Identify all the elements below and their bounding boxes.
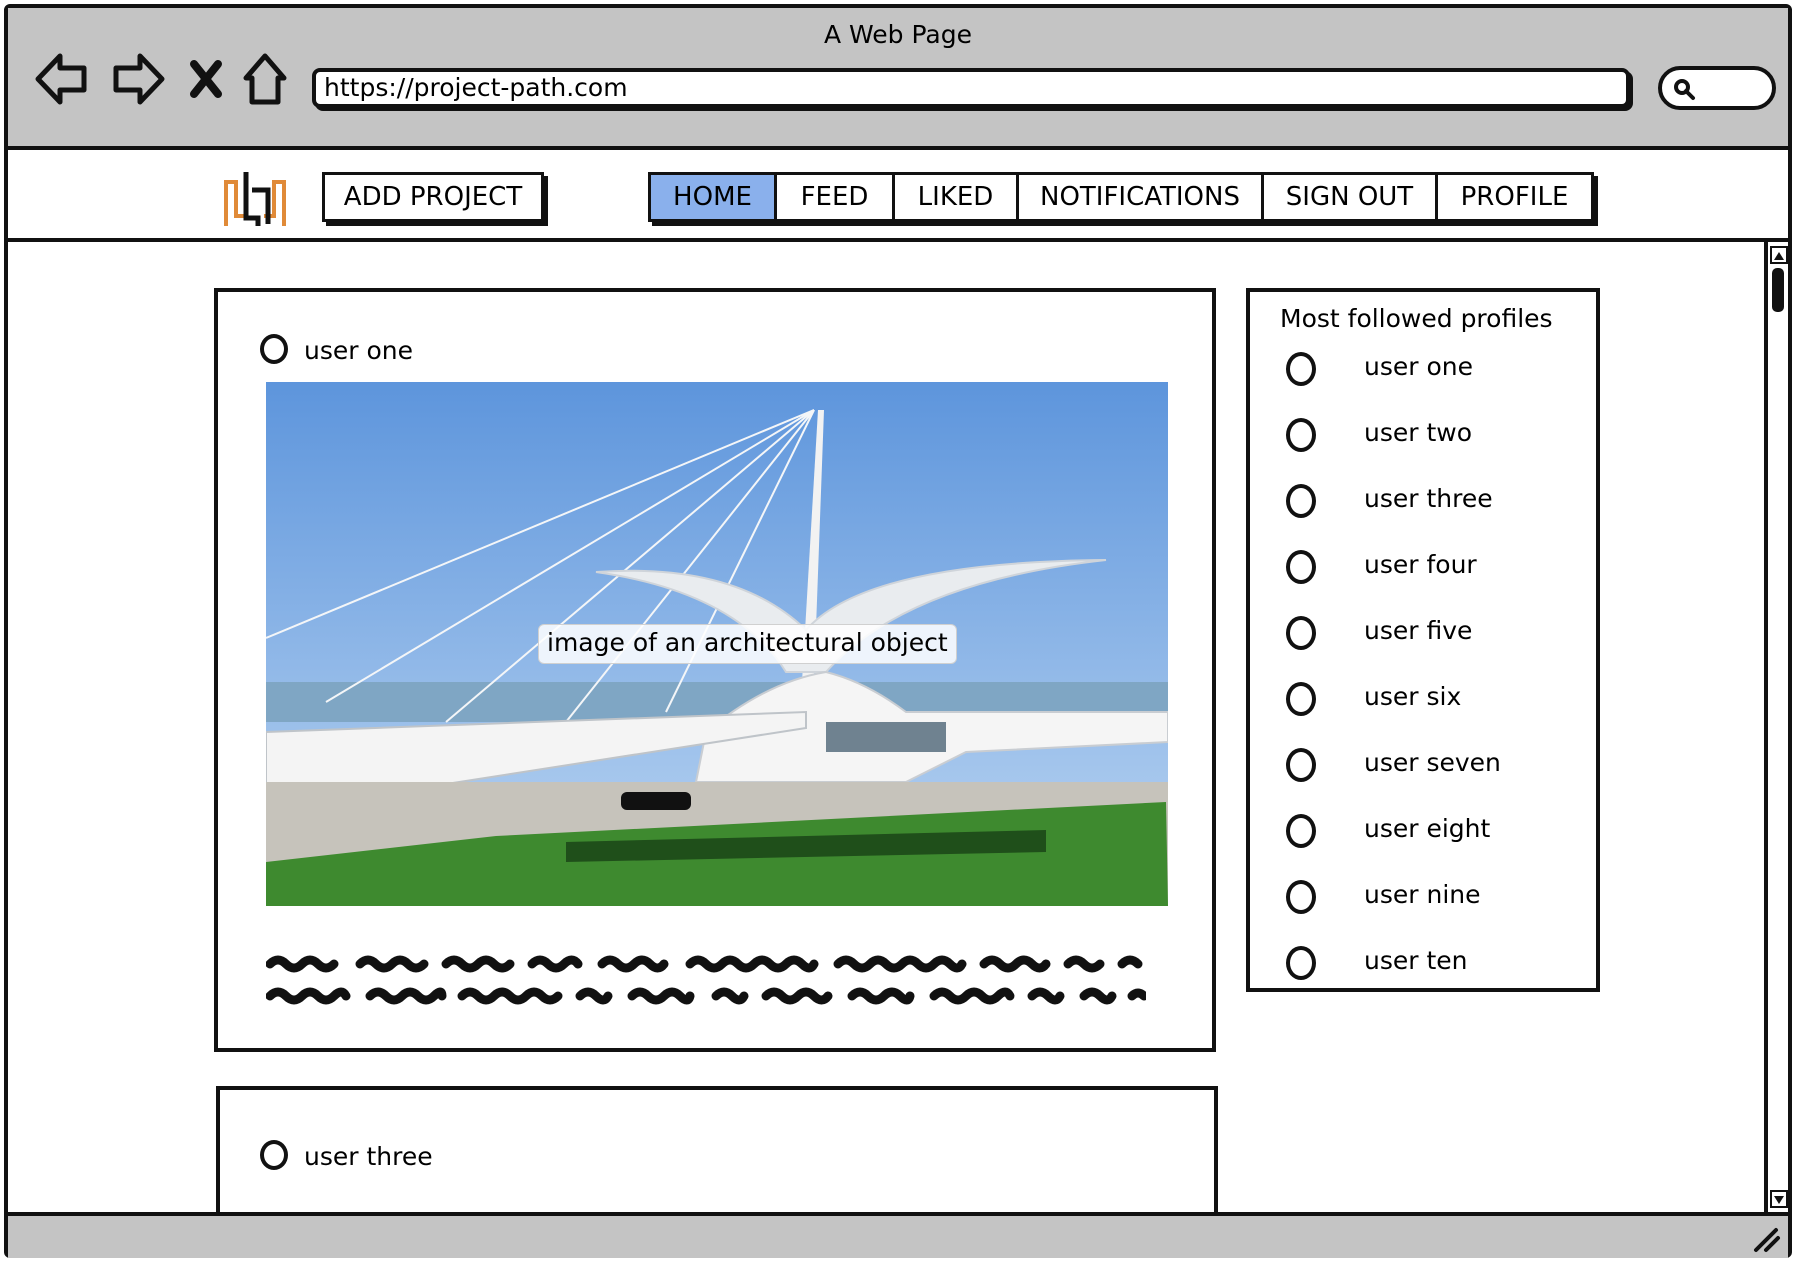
profile-name: user nine xyxy=(1364,880,1481,909)
avatar[interactable] xyxy=(260,1140,288,1170)
tab-sign-out[interactable]: SIGN OUT xyxy=(1264,175,1438,219)
feed-post: user three xyxy=(216,1086,1218,1212)
tab-profile[interactable]: PROFILE xyxy=(1438,175,1591,219)
profile-list-item[interactable]: user five xyxy=(1280,612,1580,652)
browser-chrome: A Web Page https://project-path.com xyxy=(8,8,1788,150)
profile-name: user ten xyxy=(1364,946,1468,975)
main-nav-tabs: HOME FEED LIKED NOTIFICATIONS SIGN OUT P… xyxy=(648,172,1594,222)
profile-list-item[interactable]: user ten xyxy=(1280,942,1580,982)
profile-list-item[interactable]: user nine xyxy=(1280,876,1580,916)
profile-name: user four xyxy=(1364,550,1477,579)
scroll-down-arrow-icon[interactable] xyxy=(1770,1190,1788,1208)
profile-name: user five xyxy=(1364,616,1473,645)
project-logo-icon[interactable] xyxy=(222,168,288,230)
vertical-scrollbar[interactable] xyxy=(1764,242,1788,1212)
avatar xyxy=(1286,748,1316,782)
avatar xyxy=(1286,616,1316,650)
avatar[interactable] xyxy=(260,334,288,364)
panel-title: Most followed profiles xyxy=(1280,304,1553,333)
search-icon xyxy=(1674,79,1695,100)
avatar xyxy=(1286,352,1316,386)
post-username[interactable]: user one xyxy=(304,336,413,365)
avatar xyxy=(1286,682,1316,716)
avatar xyxy=(1286,484,1316,518)
profile-name: user eight xyxy=(1364,814,1491,843)
profile-list-item[interactable]: user two xyxy=(1280,414,1580,454)
feed-post: user one image of an architectural objec… xyxy=(214,288,1216,1052)
placeholder-text-scribble xyxy=(266,955,1146,1005)
profile-name: user one xyxy=(1364,352,1473,381)
most-followed-panel: Most followed profiles user one user two… xyxy=(1246,288,1600,992)
app-header: ADD PROJECT HOME FEED LIKED NOTIFICATION… xyxy=(8,150,1788,242)
address-bar[interactable]: https://project-path.com xyxy=(312,68,1630,108)
profile-list-item[interactable]: user eight xyxy=(1280,810,1580,850)
tab-liked[interactable]: LIKED xyxy=(895,175,1019,219)
profile-name: user three xyxy=(1364,484,1493,513)
browser-window: A Web Page https://project-path.com ADD … xyxy=(4,4,1792,1258)
profile-name: user seven xyxy=(1364,748,1501,777)
profile-list-item[interactable]: user four xyxy=(1280,546,1580,586)
profile-name: user two xyxy=(1364,418,1473,447)
profile-name: user six xyxy=(1364,682,1462,711)
profile-list-item[interactable]: user one xyxy=(1280,348,1580,388)
post-username[interactable]: user three xyxy=(304,1142,433,1171)
post-image[interactable]: image of an architectural object xyxy=(266,382,1168,906)
profile-list-item[interactable]: user three xyxy=(1280,480,1580,520)
avatar xyxy=(1286,814,1316,848)
back-arrow-icon[interactable] xyxy=(34,50,90,108)
browser-search-box[interactable] xyxy=(1658,66,1776,110)
tab-home[interactable]: HOME xyxy=(651,175,777,219)
scroll-up-arrow-icon[interactable] xyxy=(1770,246,1788,264)
home-icon[interactable] xyxy=(240,50,290,108)
avatar xyxy=(1286,946,1316,980)
resize-grip-icon[interactable] xyxy=(1750,1222,1782,1254)
tab-notifications[interactable]: NOTIFICATIONS xyxy=(1019,175,1264,219)
avatar xyxy=(1286,550,1316,584)
tab-feed[interactable]: FEED xyxy=(777,175,895,219)
profile-list-item[interactable]: user six xyxy=(1280,678,1580,718)
add-project-button[interactable]: ADD PROJECT xyxy=(322,172,544,222)
close-x-icon[interactable] xyxy=(186,50,226,108)
main-content: user one image of an architectural objec… xyxy=(8,242,1764,1212)
avatar xyxy=(1286,880,1316,914)
profile-list-item[interactable]: user seven xyxy=(1280,744,1580,784)
forward-arrow-icon[interactable] xyxy=(110,50,166,108)
status-bar xyxy=(8,1212,1788,1258)
window-title: A Web Page xyxy=(823,20,973,49)
avatar xyxy=(1286,418,1316,452)
image-caption: image of an architectural object xyxy=(538,624,957,664)
scrollbar-thumb[interactable] xyxy=(1772,268,1784,312)
